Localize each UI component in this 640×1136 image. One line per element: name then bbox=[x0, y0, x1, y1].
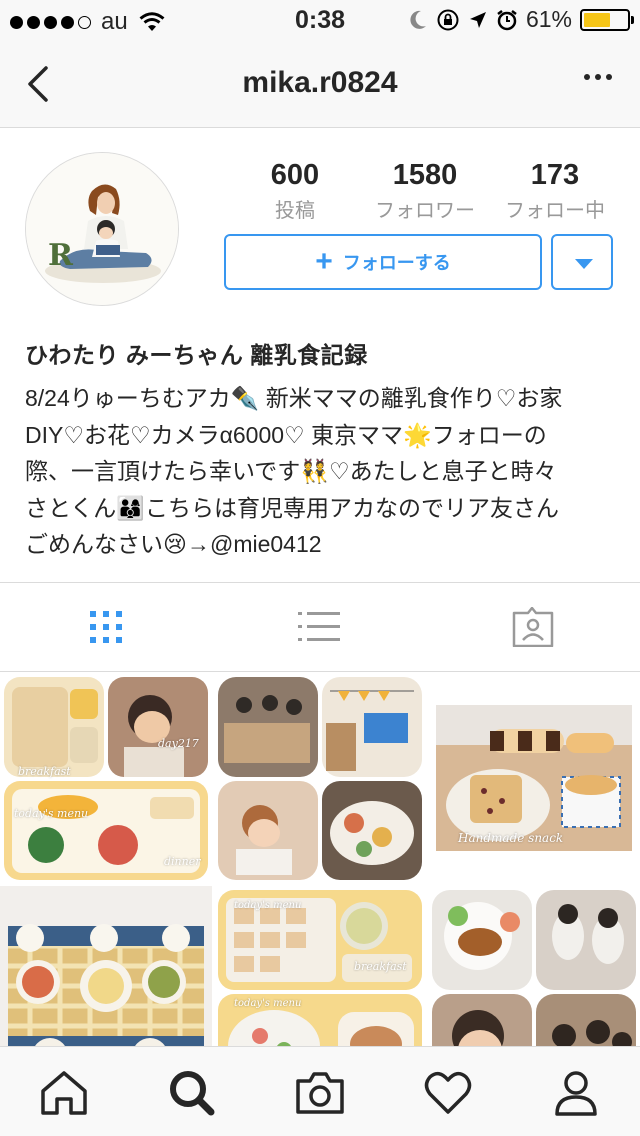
more-options-icon[interactable] bbox=[584, 74, 612, 80]
avatar-photo: R bbox=[26, 153, 178, 305]
suggested-dropdown-button[interactable] bbox=[551, 234, 613, 290]
profile-bio: ひわたり みーちゃん 離乳食記録 8/24りゅーちむアカ✒️ 新米ママの離乳食作… bbox=[25, 336, 615, 563]
followers-count[interactable]: 1580 フォロワー bbox=[360, 158, 490, 223]
post-thumbnail[interactable]: breakfast day217 today's menu dinner bbox=[0, 673, 212, 884]
status-bar: au 0:38 61% bbox=[0, 0, 640, 40]
battery-icon bbox=[580, 8, 634, 31]
post-caption: today's menu bbox=[14, 807, 89, 820]
triangle-down-icon bbox=[575, 259, 593, 269]
follow-button[interactable]: + フォローする bbox=[224, 234, 542, 290]
posts-grid: breakfast day217 today's menu dinner Han… bbox=[0, 673, 640, 1046]
bio-line: さとくん👨‍👩‍👦こちらは育児専用アカなのでリア友さん bbox=[25, 494, 559, 521]
bio-line: 8/24りゅーちむアカ✒️ 新米ママの離乳食作り♡お家 bbox=[25, 385, 563, 411]
profile-avatar[interactable]: R bbox=[25, 152, 179, 306]
rotation-lock-icon bbox=[437, 9, 459, 30]
profile-stats: 600 投稿 1580 フォロワー 173 フォロー中 bbox=[230, 158, 620, 223]
following-count[interactable]: 173 フォロー中 bbox=[490, 158, 620, 223]
post-caption: today's menu bbox=[234, 998, 302, 1009]
post-caption: day217 bbox=[158, 737, 199, 750]
post-thumbnail[interactable]: Handmade snack bbox=[428, 673, 640, 884]
post-caption: breakfast bbox=[18, 765, 71, 778]
alarm-icon bbox=[497, 9, 517, 30]
display-name: ひわたり みーちゃん 離乳食記録 bbox=[25, 342, 368, 368]
post-caption: today's menu bbox=[234, 900, 302, 911]
heart-icon[interactable] bbox=[423, 1069, 473, 1117]
search-icon[interactable] bbox=[167, 1069, 217, 1117]
person-icon[interactable] bbox=[551, 1069, 601, 1117]
bottom-tab-bar bbox=[0, 1046, 640, 1136]
camera-icon[interactable] bbox=[295, 1069, 345, 1117]
follow-button-label: フォローする bbox=[342, 253, 451, 273]
post-caption: dinner bbox=[164, 855, 201, 868]
status-indicators: 61% bbox=[408, 6, 634, 33]
location-arrow-icon bbox=[469, 11, 486, 28]
post-thumbnail[interactable]: today's menu breakfast today's menu bbox=[214, 886, 426, 1046]
bio-line: 際、一言頂けたら幸いです👯♡あたしと息子と時々 bbox=[25, 458, 557, 484]
posts-count[interactable]: 600 投稿 bbox=[230, 158, 360, 223]
post-caption: breakfast bbox=[354, 960, 407, 973]
post-thumbnail[interactable] bbox=[214, 673, 426, 884]
bio-text: 8/24りゅーちむアカ✒️ 新米ママの離乳食作り♡お家 DIY♡お花♡カメラα6… bbox=[25, 380, 615, 563]
profile-tabs bbox=[0, 582, 640, 672]
bio-line: DIY♡お花♡カメラα6000♡ 東京ママ🌟フォローの bbox=[25, 421, 547, 448]
list-icon[interactable] bbox=[298, 607, 342, 647]
post-caption: Handmade snack bbox=[458, 831, 564, 845]
plus-icon: + bbox=[315, 245, 333, 278]
svg-text:R: R bbox=[48, 238, 74, 273]
home-icon[interactable] bbox=[39, 1069, 89, 1117]
battery-percent: 61% bbox=[525, 6, 572, 32]
post-thumbnail[interactable] bbox=[428, 886, 640, 1046]
moon-icon bbox=[410, 10, 426, 29]
post-thumbnail[interactable] bbox=[0, 886, 212, 1046]
navigation-bar: mika.r0824 bbox=[0, 40, 640, 128]
bio-line[interactable]: ごめんなさい😢→@mie0412 bbox=[25, 526, 615, 563]
grid-icon[interactable] bbox=[84, 607, 128, 647]
username-title: mika.r0824 bbox=[242, 66, 398, 99]
tagged-person-icon[interactable] bbox=[511, 607, 555, 647]
